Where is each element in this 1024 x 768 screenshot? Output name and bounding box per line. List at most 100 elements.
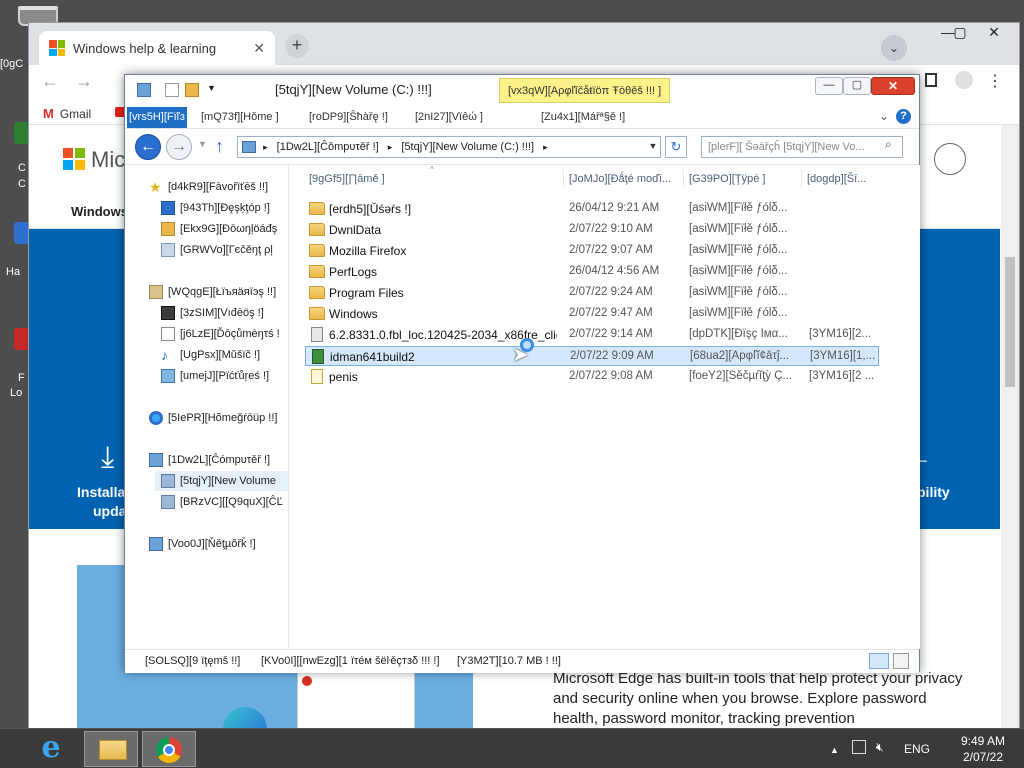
- account-icon[interactable]: [934, 143, 966, 175]
- column-separator[interactable]: [683, 169, 684, 187]
- forward-arrow-icon[interactable]: →: [75, 71, 93, 92]
- computer-icon: [242, 141, 256, 153]
- tab-manage[interactable]: [Zu4x1][Mářª§ě !]: [541, 111, 625, 123]
- search-input[interactable]: [plerF][ Šəàřçĥ [5tqjY][New Vo...: [701, 136, 903, 158]
- nav-recent[interactable]: [GRWVo][Гєčěŋţ ρļ: [161, 240, 273, 260]
- nav-downloads[interactable]: [Ekx9G][Đōωŋļöáđş: [161, 219, 277, 239]
- file-row[interactable]: DwnlData 2/07/22 9:10 AM [asiWM][Fïłě ƒóĺδ…: [305, 220, 879, 240]
- file-row[interactable]: 6.2.8331.0.fbl_loc.120425-2034_x86fre_cl…: [305, 325, 879, 345]
- nav-pictures[interactable]: [umejJ][Pïćťůŗeś !]: [161, 366, 269, 386]
- volume-muted-icon[interactable]: 🔇︎: [876, 740, 884, 755]
- file-row[interactable]: Program Files 2/07/22 9:24 AM [asiWM][Fïłě…: [305, 283, 879, 303]
- file-explorer-taskbar-button[interactable]: [84, 731, 138, 767]
- clock-date: 2/07/22: [962, 750, 1004, 764]
- nav-libraries[interactable]: [WQqgE][Łïъяäяïэş !!]: [149, 282, 276, 302]
- details-view-button[interactable]: [869, 653, 889, 669]
- recent-locations-icon[interactable]: ▼: [198, 139, 207, 149]
- close-button[interactable]: ✕: [871, 77, 915, 95]
- tray-overflow-icon[interactable]: ▲: [830, 745, 839, 755]
- new-tab-button[interactable]: +: [285, 34, 309, 58]
- nav-desktop[interactable]: [943Th][Đęşķţóp !]: [161, 198, 270, 218]
- column-separator[interactable]: [563, 169, 564, 187]
- file-type: [asiWM][Fïłě ƒóĺδ...: [689, 307, 788, 319]
- tab-share[interactable]: [roDP9][Ŝħàřę !]: [309, 111, 388, 123]
- breadcrumb-separator: ▸: [543, 142, 548, 152]
- desktop-label-1: [0gC: [0, 58, 24, 70]
- back-button[interactable]: ←: [135, 134, 161, 160]
- microsoft-logo-icon[interactable]: [63, 148, 85, 170]
- nav-homegroup[interactable]: [5IePR][Hõmeğŕōüp !!]: [149, 408, 277, 428]
- breadcrumb-computer[interactable]: [1Dw2L][Ĉǒmpυτěř !]: [277, 141, 379, 153]
- up-arrow-icon[interactable]: ↑: [215, 136, 224, 157]
- file-row[interactable]: Windows 2/07/22 9:47 AM [asiWM][Fïłě ƒóĺδ.…: [305, 304, 879, 324]
- new-folder-icon[interactable]: [185, 83, 199, 97]
- nav-other-drive[interactable]: [BRzVC][[Q9quX][ĈĽ: [161, 492, 283, 512]
- status-size: [Y3M2T][10.7 MB ! !!]: [457, 655, 561, 667]
- search-icon[interactable]: ⌕: [885, 137, 892, 152]
- videos-icon: [161, 306, 175, 320]
- tab-home[interactable]: [mQ73f][Hǒme ]: [201, 111, 279, 123]
- file-row[interactable]: penis 2/07/22 9:08 AM [foeY2][Ŝěčµŕĭţỳ Ç..…: [305, 367, 879, 387]
- file-date: 2/07/22 9:14 AM: [569, 328, 653, 340]
- column-header-name[interactable]: [9gGf5][∏āmě ]: [309, 173, 385, 185]
- more-menu-icon[interactable]: ⋮: [987, 71, 1003, 91]
- nav-favorites[interactable]: ★ [d4kR9][Fāvořïťēš !!]: [149, 177, 268, 197]
- tab-view[interactable]: [2nI27][Vïêώ ]: [415, 111, 483, 123]
- browser-tab[interactable]: Windows help & learning ✕: [39, 31, 275, 65]
- properties-icon[interactable]: [165, 83, 179, 97]
- column-separator[interactable]: [801, 169, 802, 187]
- scrollbar-thumb[interactable]: [1005, 257, 1015, 387]
- drive-icon: [137, 83, 151, 97]
- file-date: 2/07/22 9:09 AM: [570, 350, 654, 362]
- column-header-date[interactable]: [JoMJo][Ðǻţé moďī...: [569, 173, 671, 185]
- qat-dropdown-icon[interactable]: ▼: [207, 83, 216, 93]
- expand-ribbon-icon[interactable]: ⌄: [879, 109, 889, 123]
- clock[interactable]: 9:49 AM 2/07/22: [950, 733, 1016, 765]
- hero-link-install[interactable]: Installat upda: [77, 483, 130, 521]
- help-icon[interactable]: ?: [896, 109, 911, 124]
- navigation-pane[interactable]: ★ [d4kR9][Fāvořïťēš !!] [943Th][Đęşķţóp …: [125, 165, 289, 649]
- nav-new-volume[interactable]: [5tqjY][New Volume: [155, 471, 288, 491]
- nav-videos[interactable]: [3zSIM][Vıđēöş !]: [161, 303, 264, 323]
- close-icon[interactable]: ✕: [253, 40, 265, 57]
- browser-scrollbar[interactable]: [1001, 125, 1019, 729]
- nav-label: [GRWVo][Гєčěŋţ ρļ: [180, 244, 273, 256]
- file-row[interactable]: idman641build2 2/07/22 9:09 AM [68ua2][Āрφ…: [305, 346, 879, 366]
- file-size: [3YM16][1,...: [810, 350, 876, 362]
- site-nav-windows[interactable]: Windows: [71, 204, 128, 219]
- certificate-icon: [311, 369, 323, 384]
- file-row[interactable]: [erdh5][Ŭśəŕs !] 26/04/12 9:21 AM [asiWM][…: [305, 199, 879, 219]
- nav-documents[interactable]: [j6LzE][Ďȏçůmèŋτś !: [161, 324, 280, 344]
- bookmark-gmail[interactable]: M Gmail: [43, 106, 91, 121]
- forward-button[interactable]: →: [166, 134, 192, 160]
- file-row[interactable]: PerfLogs 26/04/12 4:56 AM [asiWM][Fïłě ƒóĺ…: [305, 262, 879, 282]
- refresh-icon[interactable]: ↻: [665, 136, 687, 158]
- browser-maximize-button[interactable]: ▢: [945, 23, 975, 43]
- tab-file[interactable]: [vrs5H][Fïľɜ ]: [127, 107, 187, 128]
- column-header-type[interactable]: [G39PO][Ţÿpé ]: [689, 173, 765, 185]
- maximize-button[interactable]: ▢: [843, 77, 871, 95]
- minimize-button[interactable]: —: [815, 77, 843, 95]
- internet-explorer-icon[interactable]: e: [24, 731, 78, 767]
- address-bar[interactable]: ▸ [1Dw2L][Ĉǒmpυτěř !] ▸ [5tqjY][New Volu…: [237, 136, 661, 158]
- nav-network[interactable]: [Voo0J][Ňěţµŏřǩ !]: [149, 534, 256, 554]
- mouse-pointer-icon: ➤: [512, 344, 529, 366]
- back-arrow-icon[interactable]: ←: [41, 71, 59, 92]
- explorer-title: [5tqjY][New Volume (C:) !!!]: [275, 82, 432, 97]
- breadcrumb-volume[interactable]: [5tqjY][New Volume (C:) !!!]: [401, 141, 534, 153]
- profile-icon[interactable]: [955, 71, 973, 89]
- large-icons-view-button[interactable]: [893, 653, 909, 669]
- nav-computer[interactable]: [1Dw2L][Ĉómpυτěř !]: [149, 450, 270, 470]
- column-header-size[interactable]: [dogdp][Šī...: [807, 173, 866, 185]
- browser-close-button[interactable]: ✕: [979, 23, 1009, 43]
- file-row[interactable]: Mozilla Firefox 2/07/22 9:07 AM [asiWM][Fï…: [305, 241, 879, 261]
- chrome-taskbar-button[interactable]: [142, 731, 196, 767]
- address-dropdown-icon[interactable]: ▼: [645, 136, 661, 158]
- file-date: 26/04/12 4:56 AM: [569, 265, 660, 277]
- nav-music[interactable]: ♪ [UgPsx][Mŭšïč !]: [161, 345, 260, 365]
- reading-view-icon[interactable]: [925, 73, 937, 87]
- language-indicator[interactable]: ENG: [904, 742, 930, 756]
- chevron-down-icon[interactable]: ⌄: [881, 35, 907, 61]
- network-tray-icon[interactable]: [852, 740, 866, 754]
- hero-link-accessibility[interactable]: bility: [917, 483, 950, 502]
